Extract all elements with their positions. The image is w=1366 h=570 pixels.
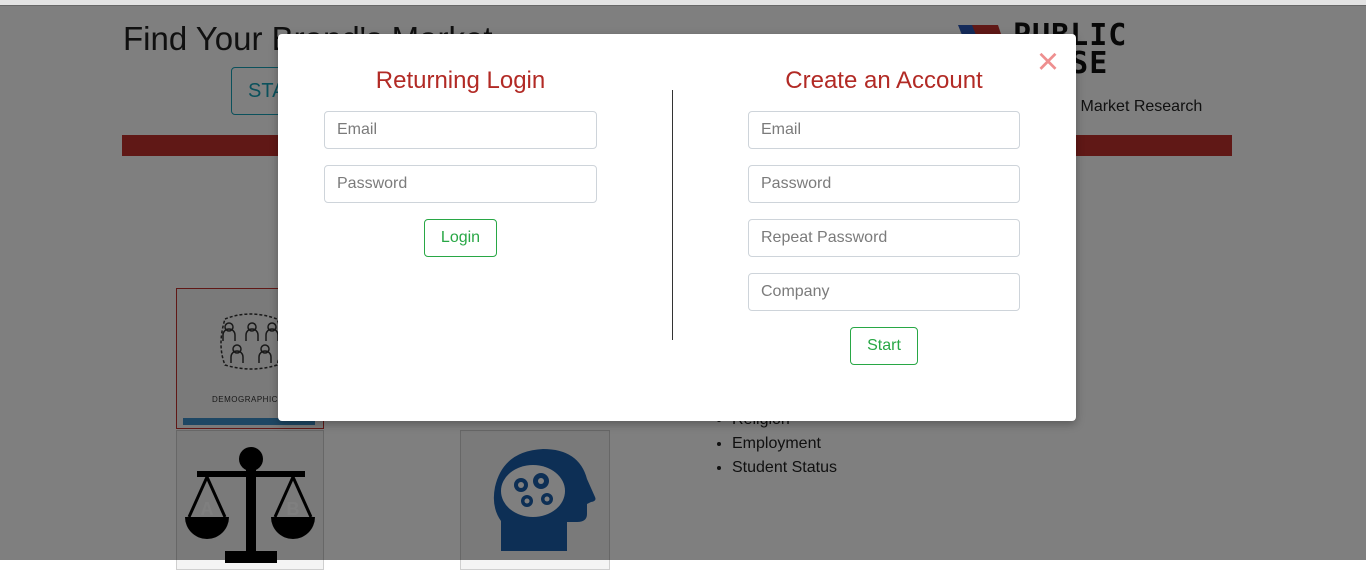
create-account-title: Create an Account (785, 67, 983, 94)
signup-password-field[interactable] (748, 165, 1020, 203)
auth-modal: × Returning Login Login Create an Accoun… (278, 34, 1076, 421)
column-divider (672, 90, 673, 340)
login-password-field[interactable] (324, 165, 597, 203)
create-account-button[interactable]: Start (850, 327, 918, 365)
login-title: Returning Login (375, 67, 546, 94)
login-email-field[interactable] (324, 111, 597, 149)
close-icon[interactable]: × (1033, 43, 1063, 81)
signup-email-field[interactable] (748, 111, 1020, 149)
signup-company-field[interactable] (748, 273, 1020, 311)
login-button[interactable]: Login (424, 219, 497, 257)
signup-repeat-password-field[interactable] (748, 219, 1020, 257)
